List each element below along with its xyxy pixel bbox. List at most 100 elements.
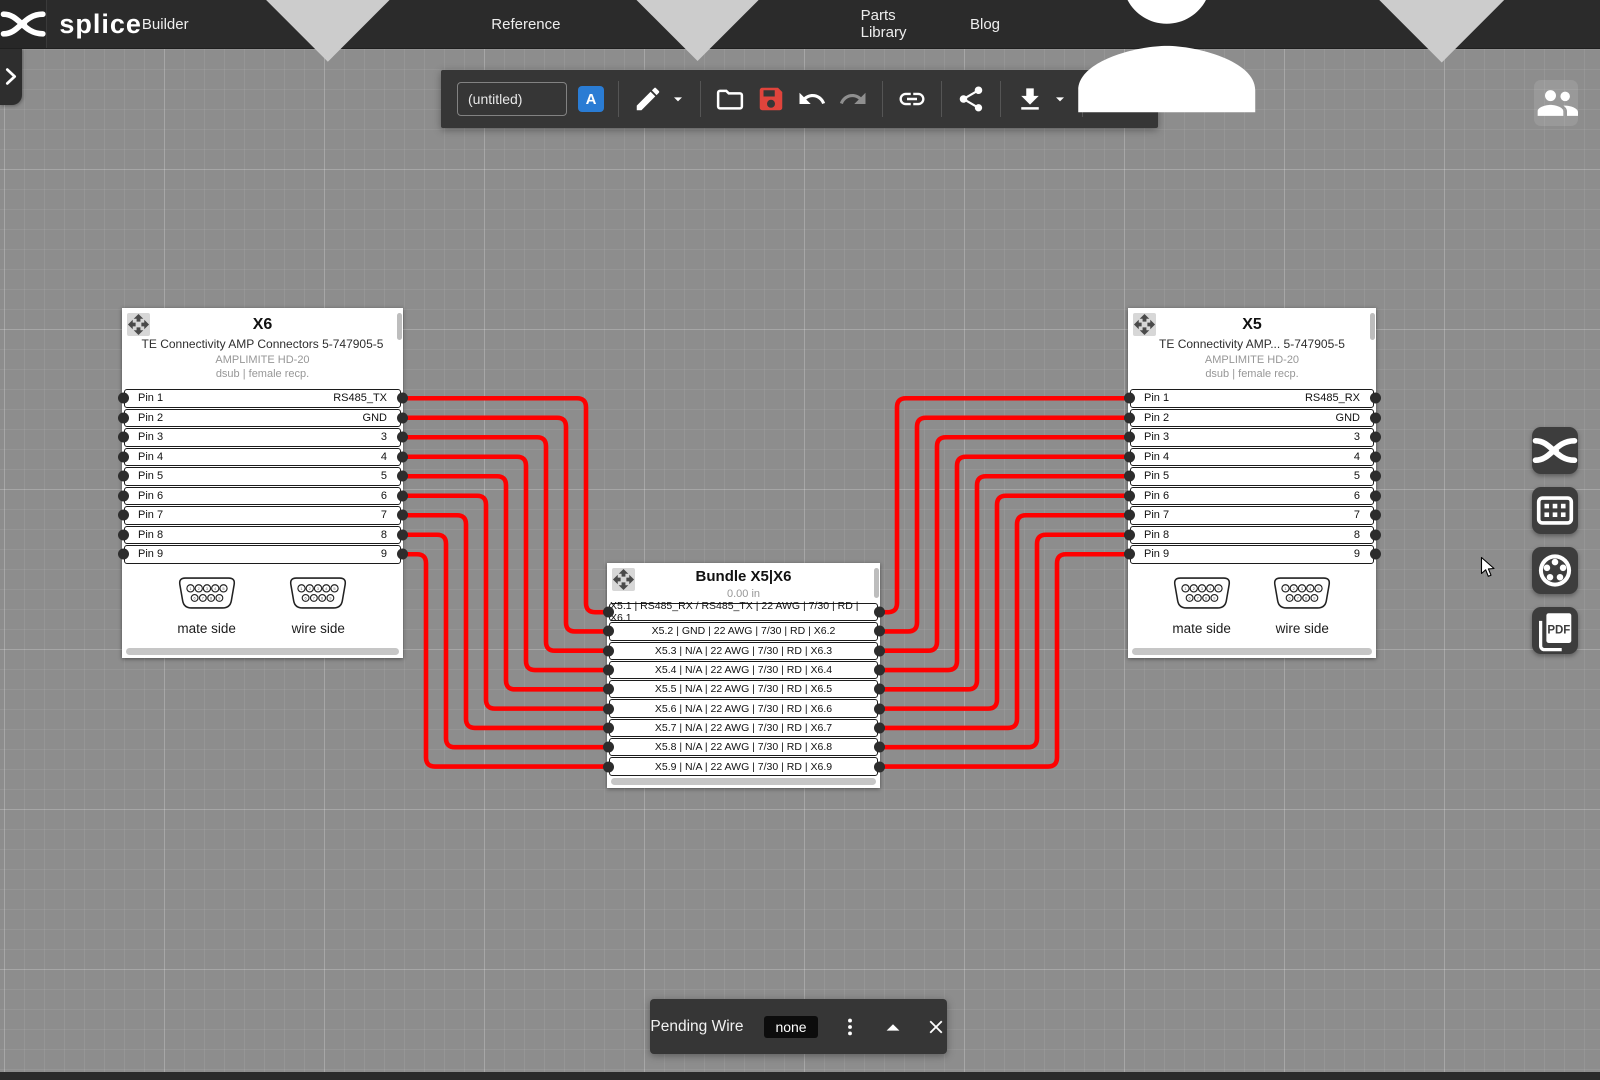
wire-dot[interactable] [874,665,885,676]
bundle-wire-row[interactable]: X5.9 | N/A | 22 AWG | 7/30 | RD | X6.9 [609,757,878,775]
pin-dot[interactable] [397,432,408,443]
pin-row[interactable]: Pin 1RS485_TX [124,389,401,408]
pin-dot[interactable] [397,510,408,521]
pin-dot[interactable] [118,510,129,521]
pin-row[interactable]: Pin 44 [124,448,401,467]
connector-view-button[interactable] [1532,547,1578,594]
bundle-wire-row[interactable]: X5.7 | N/A | 22 AWG | 7/30 | RD | X6.7 [609,719,878,737]
wire-dot[interactable] [603,703,614,714]
pin-dot[interactable] [1370,432,1381,443]
pin-dot[interactable] [118,412,129,423]
pin-dot[interactable] [1124,490,1135,501]
pin-dot[interactable] [1370,529,1381,540]
vertical-scrollbar[interactable] [397,313,402,340]
pin-row[interactable]: Pin 99 [124,545,401,564]
bundle-wire-row[interactable]: X5.4 | N/A | 22 AWG | 7/30 | RD | X6.4 [609,661,878,679]
pin-dot[interactable] [1124,529,1135,540]
pin-dot[interactable] [397,490,408,501]
pin-row[interactable]: Pin 66 [124,487,401,506]
pin-dot[interactable] [1370,412,1381,423]
pin-dot[interactable] [397,529,408,540]
pin-dot[interactable] [1124,471,1135,482]
bundle-wire-row[interactable]: X5.2 | GND | 22 AWG | 7/30 | RD | X6.2 [609,622,878,640]
pin-row[interactable]: Pin 88 [1130,526,1374,545]
brand[interactable]: splice [0,0,142,48]
bundle-wire-row[interactable]: X5.5 | N/A | 22 AWG | 7/30 | RD | X6.5 [609,680,878,698]
pin-row[interactable]: Pin 33 [124,428,401,447]
pin-dot[interactable] [1124,412,1135,423]
nav-item-blog[interactable]: Blog [970,16,1000,33]
move-handle[interactable] [612,568,635,591]
horizontal-scrollbar[interactable] [126,648,399,655]
bundle-wire-row[interactable]: X5.1 | RS485_RX / RS485_TX | 22 AWG | 7/… [609,603,878,621]
splice-logo-icon[interactable] [0,0,47,48]
pdf-export-button[interactable]: PDF [1532,607,1578,654]
splice-tool-button[interactable] [1532,427,1578,474]
wire-dot[interactable] [874,742,885,753]
pin-row[interactable]: Pin 2GND [124,409,401,428]
pin-dot[interactable] [1370,393,1381,404]
pending-wire-collapse-button[interactable] [882,1015,904,1039]
horizontal-scrollbar[interactable] [1132,648,1372,655]
brand-name[interactable]: splice [59,9,142,40]
pin-dot[interactable] [397,471,408,482]
wire-dot[interactable] [603,761,614,772]
move-handle[interactable] [1133,313,1156,336]
pin-row[interactable]: Pin 33 [1130,428,1374,447]
bundle-block[interactable]: Bundle X5|X6 0.00 in X5.1 | RS485_RX / R… [607,563,880,788]
pin-dot[interactable] [1370,451,1381,462]
nav-item-builder[interactable]: Builder [142,0,457,154]
pin-row[interactable]: Pin 2GND [1130,409,1374,428]
wire-dot[interactable] [874,703,885,714]
wirelist-table-button[interactable] [1532,487,1578,534]
pin-dot[interactable] [1370,471,1381,482]
horizontal-scrollbar[interactable] [611,778,876,785]
pending-wire-menu-button[interactable] [839,1015,861,1039]
vertical-scrollbar[interactable] [874,568,879,598]
pin-row[interactable]: Pin 66 [1130,487,1374,506]
wire-dot[interactable] [603,645,614,656]
pin-row[interactable]: Pin 88 [124,526,401,545]
pin-row[interactable]: Pin 77 [1130,506,1374,525]
pin-dot[interactable] [1124,510,1135,521]
wire-dot[interactable] [874,761,885,772]
account-menu[interactable] [1034,0,1574,157]
pin-dot[interactable] [118,432,129,443]
wire-dot[interactable] [603,665,614,676]
bundle-wire-row[interactable]: X5.6 | N/A | 22 AWG | 7/30 | RD | X6.6 [609,699,878,717]
wire-dot[interactable] [874,684,885,695]
wire-dot[interactable] [874,722,885,733]
vertical-scrollbar[interactable] [1370,313,1375,340]
pin-dot[interactable] [1124,549,1135,560]
pin-row[interactable]: Pin 44 [1130,448,1374,467]
pin-dot[interactable] [1370,510,1381,521]
pin-row[interactable]: Pin 99 [1130,545,1374,564]
pin-dot[interactable] [118,393,129,404]
pin-dot[interactable] [1124,393,1135,404]
wire-dot[interactable] [603,742,614,753]
pin-row[interactable]: Pin 1RS485_RX [1130,389,1374,408]
pin-dot[interactable] [1124,451,1135,462]
wire-dot[interactable] [603,626,614,637]
pin-dot[interactable] [1370,490,1381,501]
pin-dot[interactable] [118,529,129,540]
connector-block-x5[interactable]: X5 TE Connectivity AMP... 5-747905-5 AMP… [1128,308,1376,658]
pin-dot[interactable] [397,549,408,560]
pin-row[interactable]: Pin 55 [1130,467,1374,486]
pin-dot[interactable] [397,412,408,423]
nav-item-reference[interactable]: Reference [491,0,826,153]
pending-wire-close-button[interactable] [925,1015,947,1039]
wire-dot[interactable] [874,626,885,637]
bundle-wire-row[interactable]: X5.3 | N/A | 22 AWG | 7/30 | RD | X6.3 [609,642,878,660]
pin-dot[interactable] [397,393,408,404]
wire-dot[interactable] [603,722,614,733]
pin-dot[interactable] [397,451,408,462]
bundle-wire-row[interactable]: X5.8 | N/A | 22 AWG | 7/30 | RD | X6.8 [609,738,878,756]
nav-item-parts-library[interactable]: Parts Library [861,7,936,41]
pin-dot[interactable] [118,451,129,462]
pin-row[interactable]: Pin 77 [124,506,401,525]
wire-dot[interactable] [874,645,885,656]
sidebar-expand-button[interactable] [0,48,22,105]
pin-dot[interactable] [118,490,129,501]
connector-block-x6[interactable]: X6 TE Connectivity AMP Connectors 5-7479… [122,308,403,658]
